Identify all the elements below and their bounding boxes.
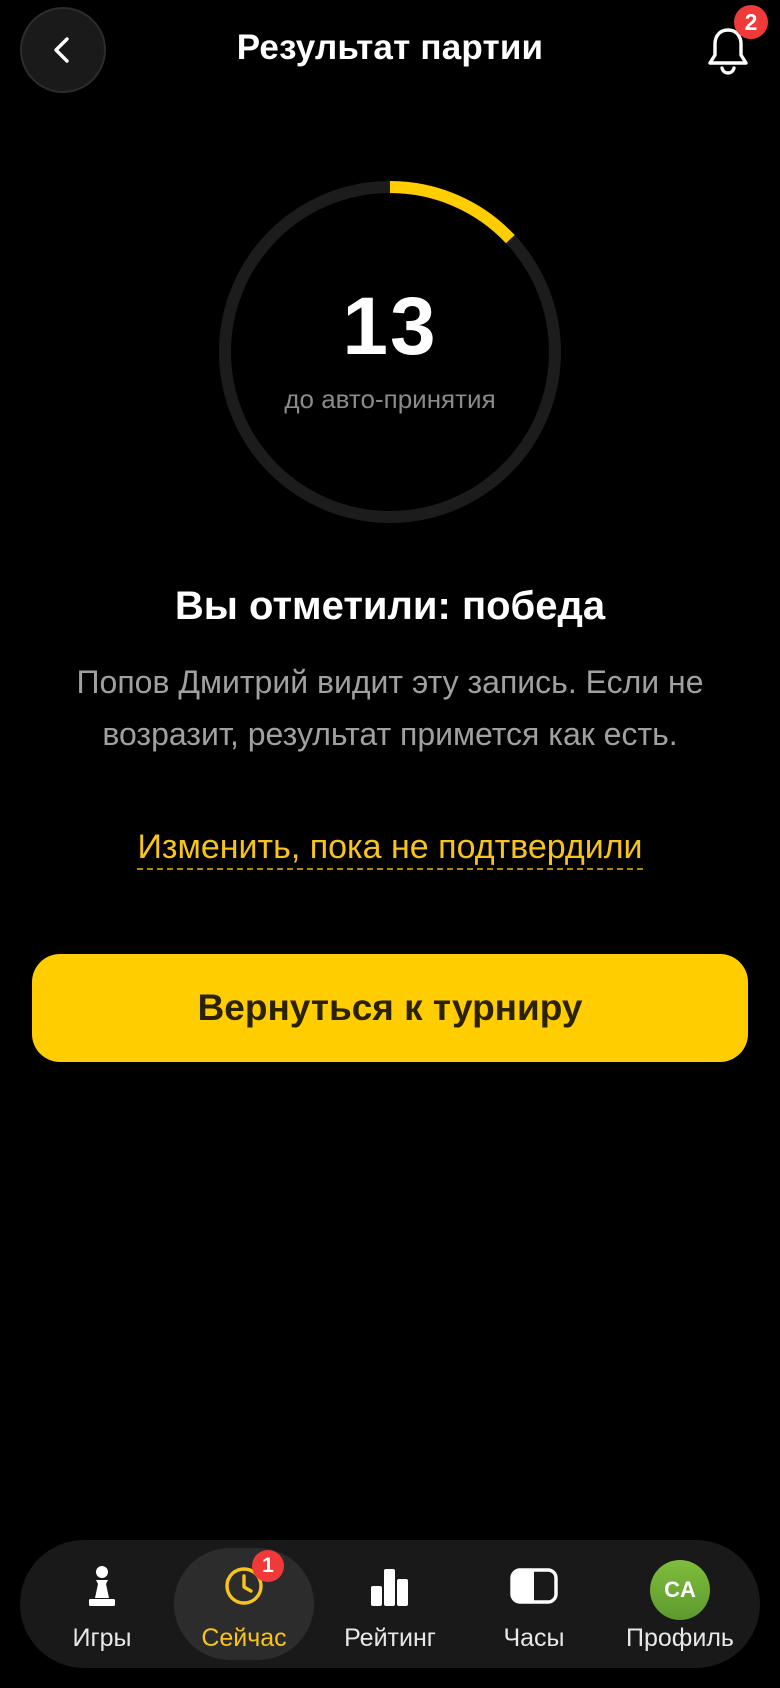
tab-label: Игры <box>72 1624 132 1652</box>
tab-profile[interactable]: CA Профиль <box>610 1540 750 1668</box>
page-title: Результат партии <box>236 28 544 67</box>
tab-label: Профиль <box>626 1624 734 1652</box>
tab-clock[interactable]: Часы <box>464 1540 604 1668</box>
auto-accept-timer: 13 до авто-принятия <box>216 178 564 526</box>
change-result-link-row: Изменить, пока не подтвердили <box>0 828 780 870</box>
avatar: CA <box>650 1560 710 1620</box>
tab-games[interactable]: Игры <box>32 1540 172 1668</box>
return-to-tournament-button[interactable]: Вернуться к турниру <box>32 954 748 1062</box>
result-title: Вы отметили: победа <box>174 584 606 628</box>
bottom-tab-bar: Игры 1 Сейчас Рейтинг Часы CA Профиль <box>20 1540 760 1668</box>
tab-label: Рейтинг <box>344 1624 436 1652</box>
tab-now-badge: 1 <box>252 1550 284 1582</box>
chess-clock-icon <box>510 1568 558 1604</box>
timer-value: 13 <box>342 281 438 372</box>
tab-label: Часы <box>503 1624 565 1652</box>
timer-caption: до авто-принятия <box>284 384 496 414</box>
header: Результат партии 2 <box>0 0 780 110</box>
tab-now[interactable]: 1 Сейчас <box>174 1540 314 1668</box>
result-description: Попов Дмитрий видит эту запись. Если не … <box>76 664 704 752</box>
pawn-icon <box>89 1566 115 1606</box>
bar-chart-icon <box>371 1569 408 1606</box>
change-result-link[interactable]: Изменить, пока не подтвердили <box>137 828 643 870</box>
tab-rating[interactable]: Рейтинг <box>320 1540 460 1668</box>
tab-label: Сейчас <box>201 1624 287 1652</box>
notifications-badge: 2 <box>734 5 768 39</box>
